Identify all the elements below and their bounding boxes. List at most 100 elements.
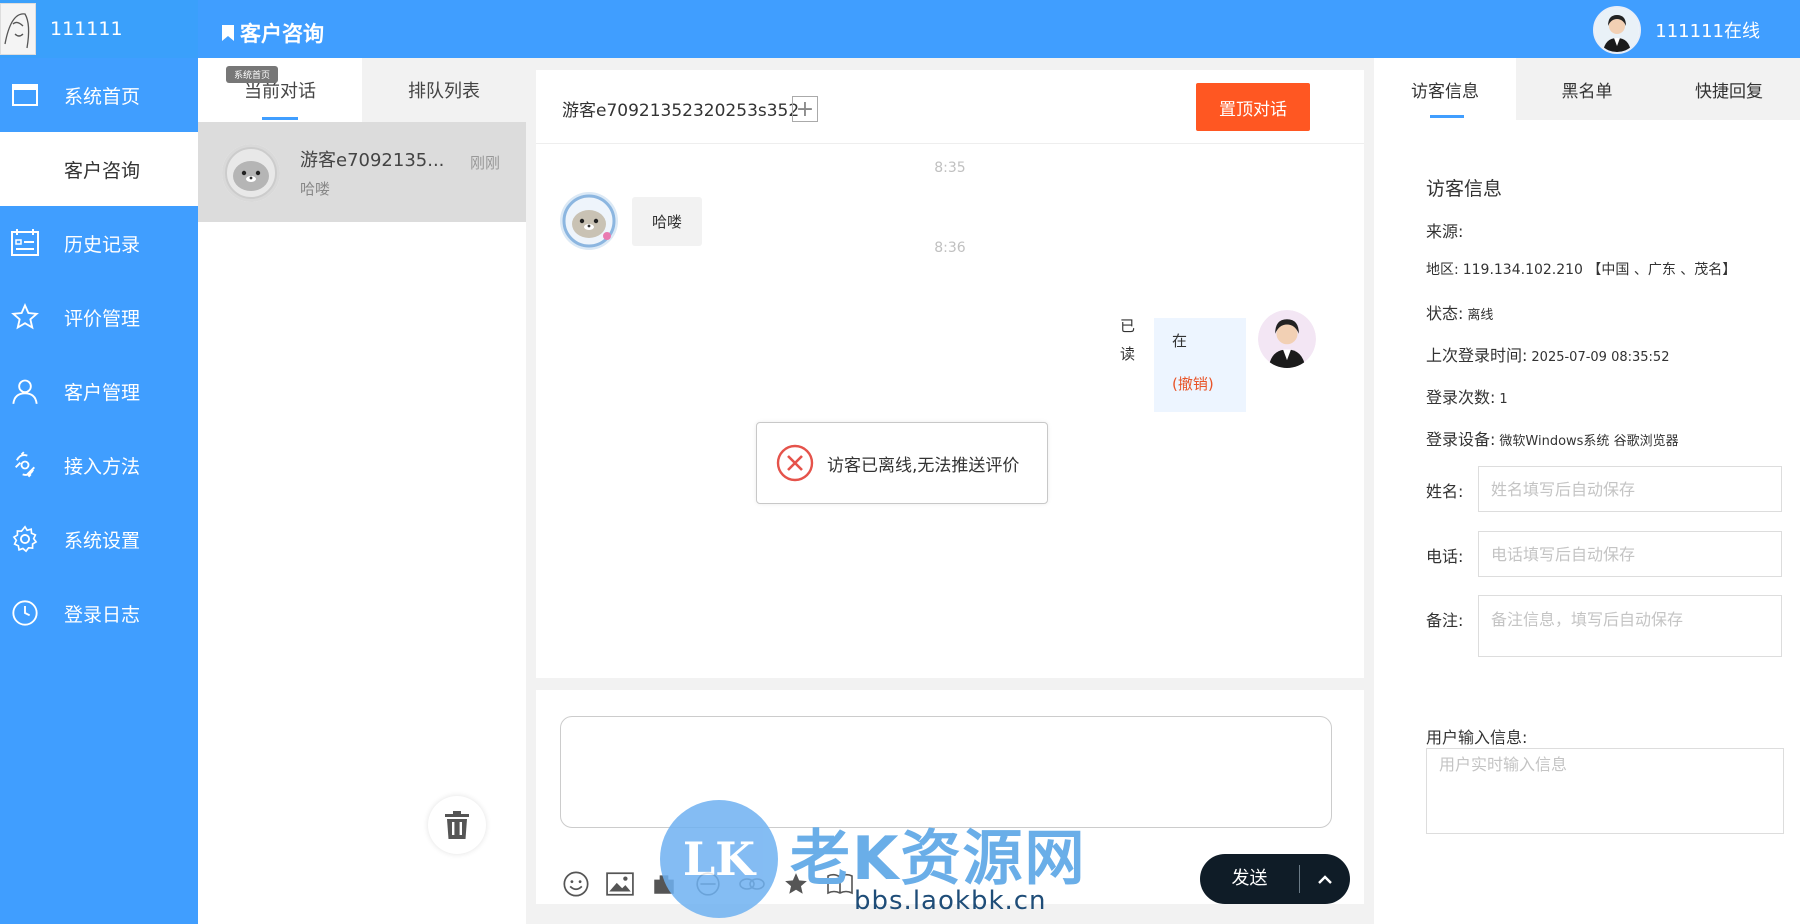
agent-status[interactable]: 111111在线 [1593, 6, 1760, 54]
last-login-row: 上次登录时间: 2025-07-09 08:35:52 [1426, 342, 1669, 366]
name-field-row: 姓名: [1426, 466, 1782, 512]
sidebar-item-history[interactable]: 历史记录 [0, 206, 198, 280]
tab-label: 访客信息 [1411, 81, 1479, 102]
chevron-up-icon [1318, 875, 1332, 884]
window-icon [10, 80, 40, 110]
error-circle-icon [776, 444, 814, 482]
login-count-value: 1 [1499, 392, 1508, 407]
sidebar-item-label: 系统设置 [64, 529, 141, 552]
name-label: 姓名: [1426, 482, 1464, 501]
live-input-field [1426, 748, 1784, 834]
conversation-tabs: 当前对话 系统首页 排队列表 [198, 58, 526, 122]
last-login-value: 2025-07-09 08:35:52 [1531, 350, 1670, 365]
right-tabs: 访客信息 黑名单 快捷回复 [1374, 58, 1800, 120]
section-title: 访客信息 [1426, 178, 1503, 200]
chat-visitor-name: 游客e70921352320253s352 [562, 101, 800, 121]
tab-label: 快捷回复 [1695, 81, 1763, 102]
user-avatar[interactable] [0, 3, 36, 55]
send-button[interactable]: 发送 [1200, 865, 1300, 893]
conversation-list-panel: 当前对话 系统首页 排队列表 游客e7092135... 哈喽 刚刚 [198, 58, 526, 924]
pin-conversation-button[interactable]: 置顶对话 [1196, 83, 1310, 131]
conversation-name: 游客e7092135... [300, 150, 445, 171]
phone-field[interactable] [1478, 531, 1782, 577]
sidebar-item-consult[interactable]: 客户咨询 [0, 132, 198, 206]
message-input-panel: 发送 [536, 690, 1364, 904]
note-field[interactable] [1478, 595, 1782, 657]
source-label: 来源: [1426, 222, 1464, 241]
conversation-item[interactable]: 游客e7092135... 哈喽 刚刚 [198, 122, 526, 222]
user-name: 111111 [50, 18, 123, 40]
sidebar-item-settings[interactable]: 系统设置 [0, 502, 198, 576]
visitor-avatar [222, 144, 280, 202]
emoji-icon[interactable] [558, 866, 594, 902]
book-icon[interactable] [822, 866, 858, 902]
send-options-button[interactable] [1300, 874, 1350, 884]
device-label: 登录设备: [1426, 430, 1496, 449]
chat-header: 游客e70921352320253s352 + 置顶对话 [536, 70, 1364, 144]
tab-visitor-info[interactable]: 访客信息 [1374, 58, 1516, 120]
revoke-link[interactable]: (撤销) [1172, 373, 1228, 394]
link-icon[interactable] [734, 866, 770, 902]
agent-status-text: 111111在线 [1655, 21, 1760, 42]
file-icon[interactable] [646, 866, 682, 902]
top-header: 客户咨询 111111在线 [198, 0, 1800, 58]
plug-icon [10, 450, 40, 480]
agent-avatar-icon [1258, 310, 1316, 368]
star-icon [10, 302, 40, 332]
message-text: 在 [1172, 332, 1188, 350]
last-login-label: 上次登录时间: [1426, 346, 1528, 365]
conversation-time: 刚刚 [469, 154, 500, 172]
region-label: 地区: [1426, 262, 1459, 278]
sidebar-item-label: 历史记录 [64, 233, 141, 256]
login-count-row: 登录次数: 1 [1426, 384, 1508, 408]
status-value: 离线 [1467, 308, 1494, 323]
read-status: 已读 [1120, 317, 1136, 363]
trash-icon [445, 811, 469, 839]
note-field-row: 备注: [1426, 595, 1782, 657]
chat-panel: 游客e70921352320253s352 + 置顶对话 8:35 哈喽 8:3… [536, 70, 1364, 678]
tab-queue-list[interactable]: 排队列表 [362, 58, 526, 122]
phone-label: 电话: [1426, 547, 1464, 566]
star-icon[interactable] [778, 866, 814, 902]
sidebar-item-label: 登录日志 [64, 603, 141, 626]
toast-text: 访客已离线,无法推送评价 [827, 455, 1020, 476]
region-value: 119.134.102.210 【中国 、广东 、茂名】 [1462, 262, 1737, 278]
sidebar-item-customers[interactable]: 客户管理 [0, 354, 198, 428]
minus-circle-icon[interactable] [690, 866, 726, 902]
sidebar-item-rating[interactable]: 评价管理 [0, 280, 198, 354]
image-icon[interactable] [602, 866, 638, 902]
name-field[interactable] [1478, 466, 1782, 512]
agent-avatar-icon [1595, 8, 1640, 52]
visitor-info-panel: 访客信息 黑名单 快捷回复 访客信息 来源: 地区: 119.134.102.2… [1374, 58, 1800, 924]
phone-field-row: 电话: [1426, 531, 1782, 577]
sidebar-item-label: 接入方法 [64, 455, 141, 478]
tab-quick-reply[interactable]: 快捷回复 [1658, 58, 1800, 120]
tooltip: 系统首页 [226, 66, 279, 83]
sidebar-item-home[interactable]: 系统首页 [0, 58, 198, 132]
message-input[interactable] [560, 716, 1332, 828]
delete-button[interactable] [428, 796, 486, 854]
status-label: 状态: [1426, 304, 1464, 323]
login-count-label: 登录次数: [1426, 388, 1496, 407]
user-icon [10, 376, 40, 406]
chat-icon [10, 154, 40, 184]
page-title-text: 客户咨询 [240, 22, 324, 46]
device-value: 微软Windows系统 谷歌浏览器 [1499, 434, 1679, 449]
conversation-last-message: 哈喽 [300, 180, 331, 198]
agent-avatar [1593, 6, 1642, 54]
sidebar-item-login-log[interactable]: 登录日志 [0, 576, 198, 650]
device-row: 登录设备: 微软Windows系统 谷歌浏览器 [1426, 426, 1679, 450]
message-bubble: 在 (撤销) [1154, 318, 1246, 412]
tab-current-conversations[interactable]: 当前对话 系统首页 [198, 58, 362, 122]
sidebar-item-integration[interactable]: 接入方法 [0, 428, 198, 502]
status-row: 状态: 离线 [1426, 300, 1493, 324]
bookmark-icon [222, 25, 234, 41]
sidebar-item-label: 评价管理 [64, 307, 141, 330]
add-icon[interactable]: + [792, 96, 818, 122]
tab-blacklist[interactable]: 黑名单 [1516, 58, 1658, 120]
source-row: 来源: [1426, 218, 1467, 242]
history-list-icon [10, 228, 40, 258]
tab-label: 黑名单 [1561, 81, 1613, 102]
sidebar-nav: 系统首页 客户咨询 历史记录 评价管理 客户管理 接入方法 系统设置 登录日志 [0, 58, 198, 650]
sidebar-item-label: 客户管理 [64, 381, 141, 404]
